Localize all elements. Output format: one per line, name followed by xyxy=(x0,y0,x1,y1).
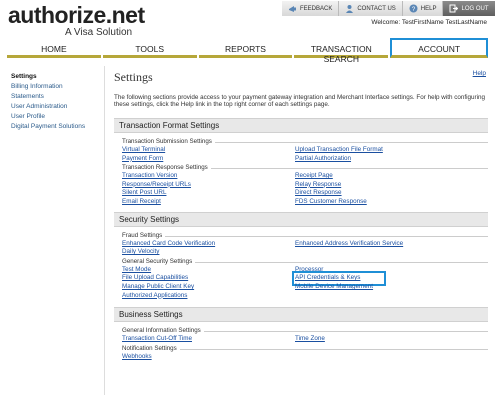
intro-text: The following sections provide access to… xyxy=(114,94,486,108)
test-mode-link[interactable]: Test Mode xyxy=(122,266,295,275)
processor-link[interactable]: Processor xyxy=(295,266,485,275)
logout-icon xyxy=(449,4,459,13)
response-receipt-urls-link[interactable]: Response/Receipt URLs xyxy=(122,181,295,190)
virtual-terminal-link[interactable]: Virtual Terminal xyxy=(122,146,295,155)
security-body: Fraud Settings Enhanced Card Code Verifi… xyxy=(114,231,488,306)
group-title-notification: Notification Settings xyxy=(122,344,488,353)
general-security-links: Test Mode Processor File Upload Capabili… xyxy=(122,266,488,300)
payment-form-link[interactable]: Payment Form xyxy=(122,155,295,164)
transaction-response-links: Transaction Version Receipt Page Respons… xyxy=(122,172,488,206)
receipt-page-link[interactable]: Receipt Page xyxy=(295,172,485,181)
group-title-general-information: General Information Settings xyxy=(122,326,488,335)
relay-response-link[interactable]: Relay Response xyxy=(295,181,485,190)
tab-home[interactable]: HOME xyxy=(7,38,101,58)
notification-links: Webhooks xyxy=(122,353,488,362)
fds-customer-response-link[interactable]: FDS Customer Response xyxy=(295,198,485,207)
partial-authorization-link[interactable]: Partial Authorization xyxy=(295,155,485,164)
upload-transaction-file-format-link[interactable]: Upload Transaction File Format xyxy=(295,146,485,155)
direct-response-link[interactable]: Direct Response xyxy=(295,189,485,198)
authorize-net-logo[interactable]: authorize.net A Visa Solution xyxy=(8,2,145,38)
utility-bar: FEEDBACK CONTACT US ? HELP LOG OUT xyxy=(282,1,495,16)
group-title-general-security: General Security Settings xyxy=(122,257,488,266)
section-business: Business Settings xyxy=(114,307,488,323)
business-body: General Information Settings Transaction… xyxy=(114,326,488,366)
tab-transaction-search[interactable]: TRANSACTION SEARCH xyxy=(294,38,389,64)
contact-us-button[interactable]: CONTACT US xyxy=(339,1,403,16)
mobile-device-management-link[interactable]: Mobile Device Management xyxy=(295,283,485,292)
sidebar-item-settings[interactable]: Settings xyxy=(11,72,106,82)
daily-velocity-link[interactable]: Daily Velocity xyxy=(122,248,295,257)
feedback-icon xyxy=(288,4,297,13)
contact-us-label: CONTACT US xyxy=(357,5,396,12)
file-upload-capabilities-link[interactable]: File Upload Capabilities xyxy=(122,274,295,283)
transaction-version-link[interactable]: Transaction Version xyxy=(122,172,295,181)
feedback-button[interactable]: FEEDBACK xyxy=(282,1,340,16)
sidebar: Settings Billing Information Statements … xyxy=(11,72,106,132)
tab-account[interactable]: ACCOUNT xyxy=(390,38,488,58)
section-security: Security Settings xyxy=(114,211,488,227)
transaction-cutoff-time-link[interactable]: Transaction Cut-Off Time xyxy=(122,335,295,344)
main-content: Settings Help The following sections pro… xyxy=(114,66,488,366)
sidebar-item-user-profile[interactable]: User Profile xyxy=(11,112,106,122)
logo-tagline: A Visa Solution xyxy=(65,27,133,38)
transaction-submission-links: Virtual Terminal Upload Transaction File… xyxy=(122,146,488,163)
help-link[interactable]: Help xyxy=(473,70,486,77)
general-information-links: Transaction Cut-Off Time Time Zone xyxy=(122,335,488,344)
time-zone-link[interactable]: Time Zone xyxy=(295,335,485,344)
logout-label: LOG OUT xyxy=(461,5,489,12)
sidebar-item-digital-payment-solutions[interactable]: Digital Payment Solutions xyxy=(11,122,106,132)
sidebar-item-statements[interactable]: Statements xyxy=(11,92,106,102)
email-receipt-link[interactable]: Email Receipt xyxy=(122,198,295,207)
sidebar-divider xyxy=(104,66,105,395)
enhanced-address-verification-link[interactable]: Enhanced Address Verification Service xyxy=(295,240,485,249)
tab-tools[interactable]: TOOLS xyxy=(102,38,197,58)
section-transaction-format: Transaction Format Settings xyxy=(114,118,488,133)
api-credentials-keys-link[interactable]: API Credentials & Keys xyxy=(292,271,386,286)
group-title-transaction-submission: Transaction Submission Settings xyxy=(122,137,488,146)
main-nav: HOME TOOLS REPORTS TRANSACTION SEARCH AC… xyxy=(6,38,489,64)
contact-icon xyxy=(345,4,354,13)
logo-wordmark: authorize.net xyxy=(8,2,145,28)
manage-public-client-key-link[interactable]: Manage Public Client Key xyxy=(122,283,295,292)
authorized-applications-link[interactable]: Authorized Applications xyxy=(122,292,295,301)
silent-post-url-link[interactable]: Silent Post URL xyxy=(122,189,295,198)
help-icon: ? xyxy=(409,4,418,13)
tab-reports[interactable]: REPORTS xyxy=(198,38,293,58)
sidebar-item-billing-information[interactable]: Billing Information xyxy=(11,82,106,92)
enhanced-card-code-verification-link[interactable]: Enhanced Card Code Verification xyxy=(122,240,295,249)
page-title: Settings xyxy=(114,70,153,84)
webhooks-link[interactable]: Webhooks xyxy=(122,353,295,362)
sidebar-item-user-administration[interactable]: User Administration xyxy=(11,102,106,112)
group-title-fraud: Fraud Settings xyxy=(122,231,488,240)
logout-button[interactable]: LOG OUT xyxy=(443,1,495,16)
help-button[interactable]: ? HELP xyxy=(402,1,444,16)
fraud-links: Enhanced Card Code Verification Enhanced… xyxy=(122,240,488,257)
help-label: HELP xyxy=(420,5,437,12)
transaction-format-body: Transaction Submission Settings Virtual … xyxy=(114,137,488,212)
welcome-message: Welcome: TestFirstName TestLastName xyxy=(371,19,487,26)
group-title-transaction-response: Transaction Response Settings xyxy=(122,163,488,172)
feedback-label: FEEDBACK xyxy=(300,5,333,12)
